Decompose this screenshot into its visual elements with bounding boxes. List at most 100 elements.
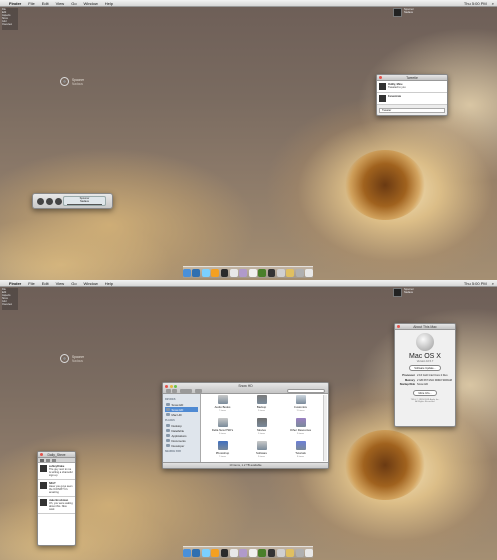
zoom-icon[interactable] (174, 384, 177, 388)
dock-app-icon[interactable] (305, 268, 314, 277)
folder-item[interactable]: Photoshop 7 items (203, 441, 242, 458)
menu-view[interactable]: View (56, 1, 65, 6)
progress-bar[interactable] (67, 204, 102, 206)
menu-go[interactable]: Go (71, 281, 76, 286)
menu-edit[interactable]: Edit (42, 281, 49, 286)
clock[interactable]: Thu 5:00 PM (464, 281, 487, 286)
dock-app-icon[interactable] (201, 268, 210, 277)
more-info-button[interactable]: More Info... (413, 390, 437, 396)
dock-app-icon[interactable] (182, 548, 191, 557)
list-item[interactable]: Oddly, Mine Tweeted to you (377, 81, 447, 93)
menu-finder[interactable]: Finder (9, 281, 21, 286)
dock-app-icon[interactable] (295, 268, 304, 277)
close-icon[interactable] (40, 453, 43, 456)
folder-item[interactable]: Delta New PSD's 5 items (203, 418, 242, 435)
dock-app-icon[interactable] (192, 268, 201, 277)
dock-app-icon[interactable] (239, 548, 248, 557)
software-update-button[interactable]: Software Update... (409, 365, 441, 371)
tab-messages[interactable] (52, 459, 56, 462)
clock[interactable]: Thu 5:00 PM (464, 1, 487, 6)
dock-app-icon[interactable] (220, 268, 229, 277)
spotlight-icon[interactable]: ⌕ (492, 1, 494, 6)
folder-item[interactable]: Movies 2 items (242, 418, 281, 435)
dock-app-icon[interactable] (258, 548, 267, 557)
folder-item[interactable]: Customize 11 items (281, 395, 320, 412)
action-button[interactable] (195, 389, 202, 393)
tab-mentions[interactable] (46, 459, 50, 462)
dock-app-icon[interactable] (295, 548, 304, 557)
os-name: Mac OS X (409, 353, 441, 360)
dock-app-icon[interactable] (248, 268, 257, 277)
list-item[interactable]: Jake Brockman Oh, you were asking about t… (38, 497, 75, 514)
menu-edit[interactable]: Edit (42, 1, 49, 6)
dock-app-icon[interactable] (267, 268, 276, 277)
close-icon[interactable] (379, 76, 382, 79)
spotlight-icon[interactable]: ⌕ (492, 281, 494, 286)
folder-item[interactable]: Other Resources 3 items (281, 418, 320, 435)
dock-app-icon[interactable] (220, 548, 229, 557)
toolbar[interactable]: Snow HD (163, 383, 328, 394)
menu-finder[interactable]: Finder (9, 1, 21, 6)
sidebar-item-developer[interactable]: Developer (165, 443, 198, 448)
dock-app-icon[interactable] (286, 548, 295, 557)
folder-item[interactable]: Software 9 items (242, 441, 281, 458)
dock-app-icon[interactable] (248, 548, 257, 557)
menu-file[interactable]: File (28, 1, 34, 6)
list-item[interactable]: Overview (2, 303, 18, 306)
dock-app-icon[interactable] (229, 268, 238, 277)
view-buttons[interactable] (180, 389, 192, 393)
back-button[interactable] (166, 389, 171, 393)
close-icon[interactable] (397, 325, 400, 328)
folder-item[interactable]: Backup 3 items (242, 395, 281, 412)
play-pause-button[interactable] (46, 198, 53, 205)
list-item[interactable]: Overview (2, 23, 18, 26)
dock-app-icon[interactable] (201, 548, 210, 557)
sidebar-item-mac-hd[interactable]: Mac HD (165, 412, 198, 417)
menu-window[interactable]: Window (84, 281, 98, 286)
folder-name: Photoshop (215, 451, 230, 455)
dock-app-icon[interactable] (229, 548, 238, 557)
previous-button[interactable] (37, 198, 44, 205)
title-bar[interactable]: Daily_Steve (38, 452, 75, 458)
menu-help[interactable]: Help (105, 1, 113, 6)
list-item[interactable]: NKLT Have you guys seen the ICONIX? It's … (38, 480, 75, 497)
search-input[interactable] (287, 389, 325, 393)
folder-icon (166, 428, 170, 433)
menu-go[interactable]: Go (71, 1, 76, 6)
close-icon[interactable] (165, 384, 168, 388)
dock-app-icon[interactable] (258, 268, 267, 277)
title-bar[interactable]: Tweetie (377, 75, 447, 81)
dock-app-icon[interactable] (182, 268, 191, 277)
spec-row: Startup Disk Snow HD (398, 383, 452, 388)
dock-app-icon[interactable] (192, 548, 201, 557)
menu-help[interactable]: Help (105, 281, 113, 286)
menu-file[interactable]: File (28, 281, 34, 286)
spooner-widget[interactable]: Spooner Nadaus (60, 77, 84, 86)
dock-app-icon[interactable] (277, 268, 285, 277)
dock-app-icon[interactable] (211, 548, 219, 557)
sidebar-item-label: Snow HD (171, 402, 184, 407)
minimize-icon[interactable] (169, 384, 173, 388)
dock-app-icon[interactable] (305, 548, 314, 557)
drive-icon (166, 412, 170, 417)
menu-window[interactable]: Window (84, 1, 98, 6)
title-bar[interactable]: About This Mac (395, 324, 455, 330)
folder-item[interactable]: Audio Books 7 items (203, 395, 242, 412)
dock-app-icon[interactable] (286, 268, 295, 277)
dock-app-icon[interactable] (267, 548, 276, 557)
dock-app-icon[interactable] (211, 268, 219, 277)
forward-button[interactable] (172, 389, 177, 393)
list-item[interactable]: ashleyDrake The guy next to me is writing… (38, 463, 75, 480)
folder-item[interactable]: Tutorials 8 items (281, 441, 320, 458)
spooner-widget[interactable]: Spooner Nadaus (60, 354, 84, 363)
menu-view[interactable]: View (56, 281, 65, 286)
tweet-input[interactable]: Tweeter (379, 108, 445, 113)
tab-timeline[interactable] (40, 459, 44, 462)
scrollbar[interactable] (323, 395, 327, 461)
list-item[interactable]: Fenestrate (377, 93, 447, 105)
status-bar: 10 items, 1.2 TB available (163, 462, 328, 468)
dock-app-icon[interactable] (239, 268, 248, 277)
next-button[interactable] (55, 198, 62, 205)
dock-app-icon[interactable] (277, 548, 285, 557)
folder-icon (166, 423, 170, 428)
